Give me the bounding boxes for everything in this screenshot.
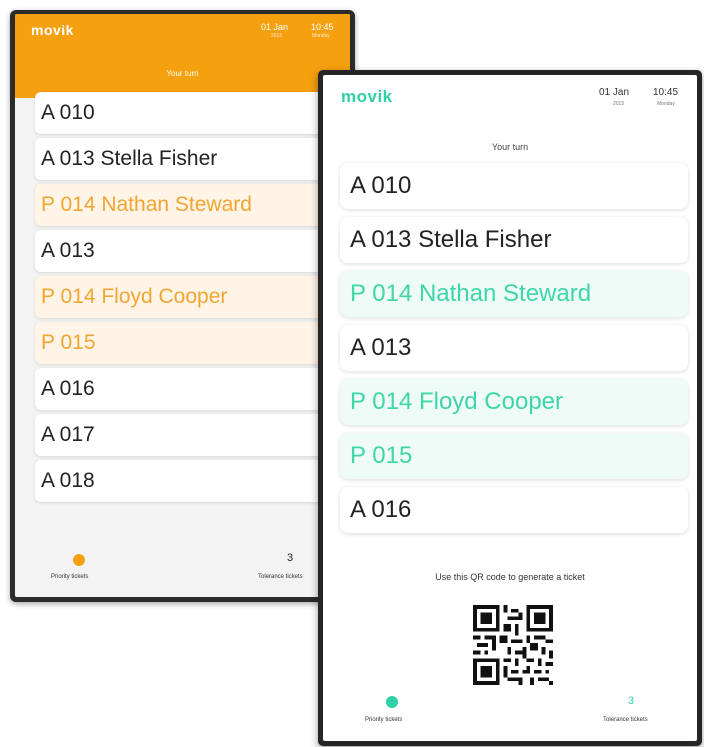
tolerance-tickets-label: Tolerance tickets — [258, 574, 303, 580]
back-date: 01 Jan — [261, 22, 289, 32]
front-date: 01 Jan — [599, 87, 630, 98]
qr-code-icon — [473, 605, 553, 685]
front-tablet-screen: movik 01 Jan 2015 10:45 Monday Your turn… — [323, 75, 697, 741]
ticket-row: A 013 — [35, 230, 350, 272]
priority-ticket-row: P 014 Floyd Cooper — [35, 276, 350, 318]
front-logo: movik — [341, 87, 393, 106]
priority-indicator-dot — [73, 554, 85, 566]
priority-tickets-label: Priority tickets — [51, 574, 89, 580]
priority-tickets-label: Priority tickets — [365, 717, 403, 723]
ticket-row: A 018 — [35, 460, 350, 502]
back-header-bar: movik 01 Jan 2015 10:45 Monday Your turn — [15, 14, 350, 98]
front-time: 10:45 — [653, 87, 679, 98]
ticket-row: A 010 — [340, 163, 688, 209]
front-date-sub: 2015 — [613, 101, 625, 107]
ticket-row: A 013 Stella Fisher — [35, 138, 350, 180]
priority-ticket-row: P 015 — [35, 322, 350, 364]
back-logo: movik — [31, 22, 74, 38]
back-tablet-screen: movik 01 Jan 2015 10:45 Monday Your turn… — [15, 14, 350, 597]
ticket-row: A 017 — [35, 414, 350, 456]
priority-indicator-dot — [386, 696, 398, 708]
ticket-row: A 013 Stella Fisher — [340, 217, 688, 263]
tolerance-tickets-label: Tolerance tickets — [603, 717, 648, 723]
qr-caption: Use this QR code to generate a ticket — [435, 572, 585, 582]
tolerance-count: 3 — [287, 552, 294, 564]
priority-ticket-row: P 014 Nathan Steward — [340, 271, 688, 317]
ticket-row: A 013 — [340, 325, 688, 371]
front-ticket-list: A 010 A 013 Stella Fisher P 014 Nathan S… — [340, 163, 688, 541]
front-time-sub: Monday — [657, 101, 675, 107]
ticket-row: A 016 — [340, 487, 688, 533]
tolerance-count: 3 — [628, 695, 635, 707]
back-time: 10:45 — [311, 22, 334, 32]
priority-ticket-row: P 015 — [340, 433, 688, 479]
ticket-row: A 010 — [35, 92, 350, 134]
front-your-turn-label: Your turn — [491, 142, 529, 152]
back-your-turn-label: Your turn — [166, 69, 199, 78]
back-ticket-list: A 010 A 013 Stella Fisher P 014 Nathan S… — [35, 92, 350, 506]
back-time-sub: Monday — [312, 33, 330, 39]
back-tablet: movik 01 Jan 2015 10:45 Monday Your turn… — [10, 10, 355, 602]
priority-ticket-row: P 014 Nathan Steward — [35, 184, 350, 226]
front-tablet: movik 01 Jan 2015 10:45 Monday Your turn… — [318, 70, 702, 746]
ticket-row: A 016 — [35, 368, 350, 410]
priority-ticket-row: P 014 Floyd Cooper — [340, 379, 688, 425]
back-date-sub: 2015 — [271, 33, 283, 39]
